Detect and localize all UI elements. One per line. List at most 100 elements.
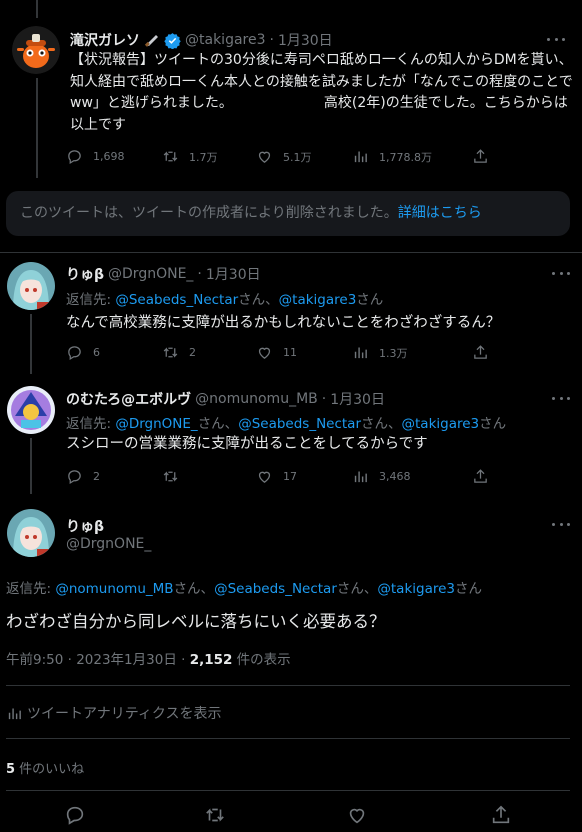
reply-icon[interactable]	[64, 804, 86, 826]
retweet-count: 2	[189, 346, 196, 359]
views-button[interactable]: 1.3万	[352, 344, 408, 361]
san: さん、	[197, 416, 239, 432]
retweet-icon[interactable]	[204, 804, 226, 826]
like-button[interactable]: 5.1万	[256, 148, 312, 165]
reply-prefix: 返信先:	[66, 292, 116, 308]
like-count: 5.1万	[283, 150, 312, 164]
separator: ·	[269, 32, 274, 48]
display-name[interactable]: のむたろ@エボルヴ	[66, 389, 191, 409]
like-button[interactable]: 17	[256, 468, 297, 485]
share-button[interactable]	[472, 148, 489, 165]
reply-icon	[68, 150, 81, 165]
avatar[interactable]	[7, 262, 55, 310]
handle[interactable]: @nomunomu_MB	[195, 391, 318, 407]
mention-link[interactable]: @Seabeds_Nectar	[238, 416, 361, 432]
tweet-actions: 2 17 3,468	[66, 468, 566, 488]
deleted-text: このツイートは、ツイートの作成者により削除されました。	[20, 205, 398, 221]
likes-count: 5	[6, 762, 16, 777]
retweet-icon	[163, 471, 178, 482]
mention-link[interactable]: @Seabeds_Nectar	[214, 581, 337, 597]
knife-emoji-icon	[144, 33, 160, 47]
reply-prefix: 返信先:	[6, 581, 56, 597]
display-name[interactable]: 滝沢ガレソ	[70, 30, 140, 50]
deleted-tweet-notice: このツイートは、ツイートの作成者により削除されました。詳細はこちら	[6, 191, 570, 236]
reply-icon	[68, 470, 81, 485]
like-count: 17	[283, 470, 297, 483]
handle[interactable]: @DrgnONE_	[66, 536, 151, 552]
replying-to: 返信先: @DrgnONE_さん、@Seabeds_Nectarさん、@taki…	[66, 412, 506, 432]
avatar-image	[7, 386, 55, 434]
analytics-link[interactable]: ツイートアナリティクスを表示	[6, 703, 221, 723]
avatar[interactable]	[7, 386, 55, 434]
reply-button[interactable]: 6	[66, 344, 100, 361]
san: さん、	[361, 416, 402, 432]
tweet-text: なんで高校業務に支障が出るかもしれないことをわざわざするん？	[66, 315, 501, 331]
mention-link[interactable]: @Seabeds_Nectar	[115, 292, 238, 308]
avatar[interactable]	[12, 26, 60, 74]
analytics-icon	[8, 708, 21, 719]
timestamp[interactable]: 1月30日	[206, 264, 261, 284]
reply-button[interactable]: 2	[66, 468, 100, 485]
timestamp[interactable]: 1月30日	[278, 30, 333, 50]
divider	[0, 252, 582, 253]
views-button[interactable]: 1,778.8万	[352, 148, 432, 165]
thread-line	[36, 0, 38, 18]
avatar-image	[7, 262, 55, 310]
retweet-button[interactable]: 1.7万	[162, 148, 218, 165]
like-button[interactable]: 11	[256, 344, 297, 361]
reply-count: 2	[93, 470, 100, 483]
thread-line	[36, 78, 38, 178]
view-count: 1.3万	[379, 346, 408, 360]
like-icon[interactable]	[346, 804, 368, 826]
mention-link[interactable]: @takigare3	[402, 416, 480, 432]
mention-link[interactable]: @nomunomu_MB	[55, 581, 173, 597]
view-count: 1,778.8万	[379, 150, 432, 164]
mention-link[interactable]: @takigare3	[377, 581, 455, 597]
share-button[interactable]	[472, 468, 489, 485]
retweet-button[interactable]: 2	[162, 344, 196, 361]
thread-line	[30, 314, 32, 374]
tweet-text: スシローの営業業務に支障が出ることをしてるからです	[66, 436, 428, 452]
like-icon	[258, 471, 271, 483]
separator: ·	[321, 391, 327, 407]
views-icon	[354, 347, 367, 359]
views-button[interactable]: 3,468	[352, 468, 411, 485]
tweet-header: りゅβ @DrgnONE_ · 1月30日	[66, 264, 261, 284]
mention-link[interactable]: @takigare3	[279, 292, 357, 308]
avatar-image	[12, 26, 60, 74]
main-tweet-actions	[0, 804, 582, 828]
divider	[6, 738, 570, 739]
tweet-header: のむたろ@エボルヴ @nomunomu_MB · 1月30日	[66, 389, 385, 409]
more-icon[interactable]	[552, 270, 570, 276]
likes-summary[interactable]: 5 件のいいね	[6, 758, 84, 777]
reply-button[interactable]: 1,698	[66, 148, 125, 165]
retweet-count: 1.7万	[189, 150, 218, 164]
san: さん	[479, 416, 507, 432]
share-button[interactable]	[472, 344, 489, 361]
san: さん、	[173, 581, 215, 597]
handle[interactable]: @DrgnONE_	[108, 266, 193, 282]
avatar[interactable]	[7, 509, 55, 557]
more-icon[interactable]	[552, 395, 570, 401]
more-icon[interactable]	[547, 36, 565, 42]
share-icon[interactable]	[490, 804, 512, 826]
more-icon[interactable]	[552, 521, 570, 527]
handle[interactable]: @takigare3	[185, 32, 266, 48]
tweet-header: 滝沢ガレソ @takigare3 · 1月30日	[70, 30, 333, 50]
retweet-button[interactable]	[162, 468, 189, 485]
san: さん、	[238, 292, 279, 308]
retweet-icon	[163, 151, 178, 162]
timestamp[interactable]: 1月30日	[330, 389, 385, 409]
like-icon	[258, 347, 271, 359]
display-name[interactable]: りゅβ	[66, 264, 104, 284]
view-count: 2,152	[189, 652, 233, 668]
reply-prefix: 返信先:	[66, 416, 116, 432]
share-icon	[474, 149, 487, 163]
mention-link[interactable]: @DrgnONE_	[115, 416, 197, 432]
avatar-image	[7, 509, 55, 557]
view-label: 件の表示	[232, 652, 291, 668]
learn-more-link[interactable]: 詳細はこちら	[398, 205, 482, 221]
tweet-time[interactable]: 午前9:50 · 2023年1月30日 ·	[6, 652, 190, 668]
san: さん、	[336, 581, 378, 597]
display-name[interactable]: りゅβ	[66, 516, 104, 536]
